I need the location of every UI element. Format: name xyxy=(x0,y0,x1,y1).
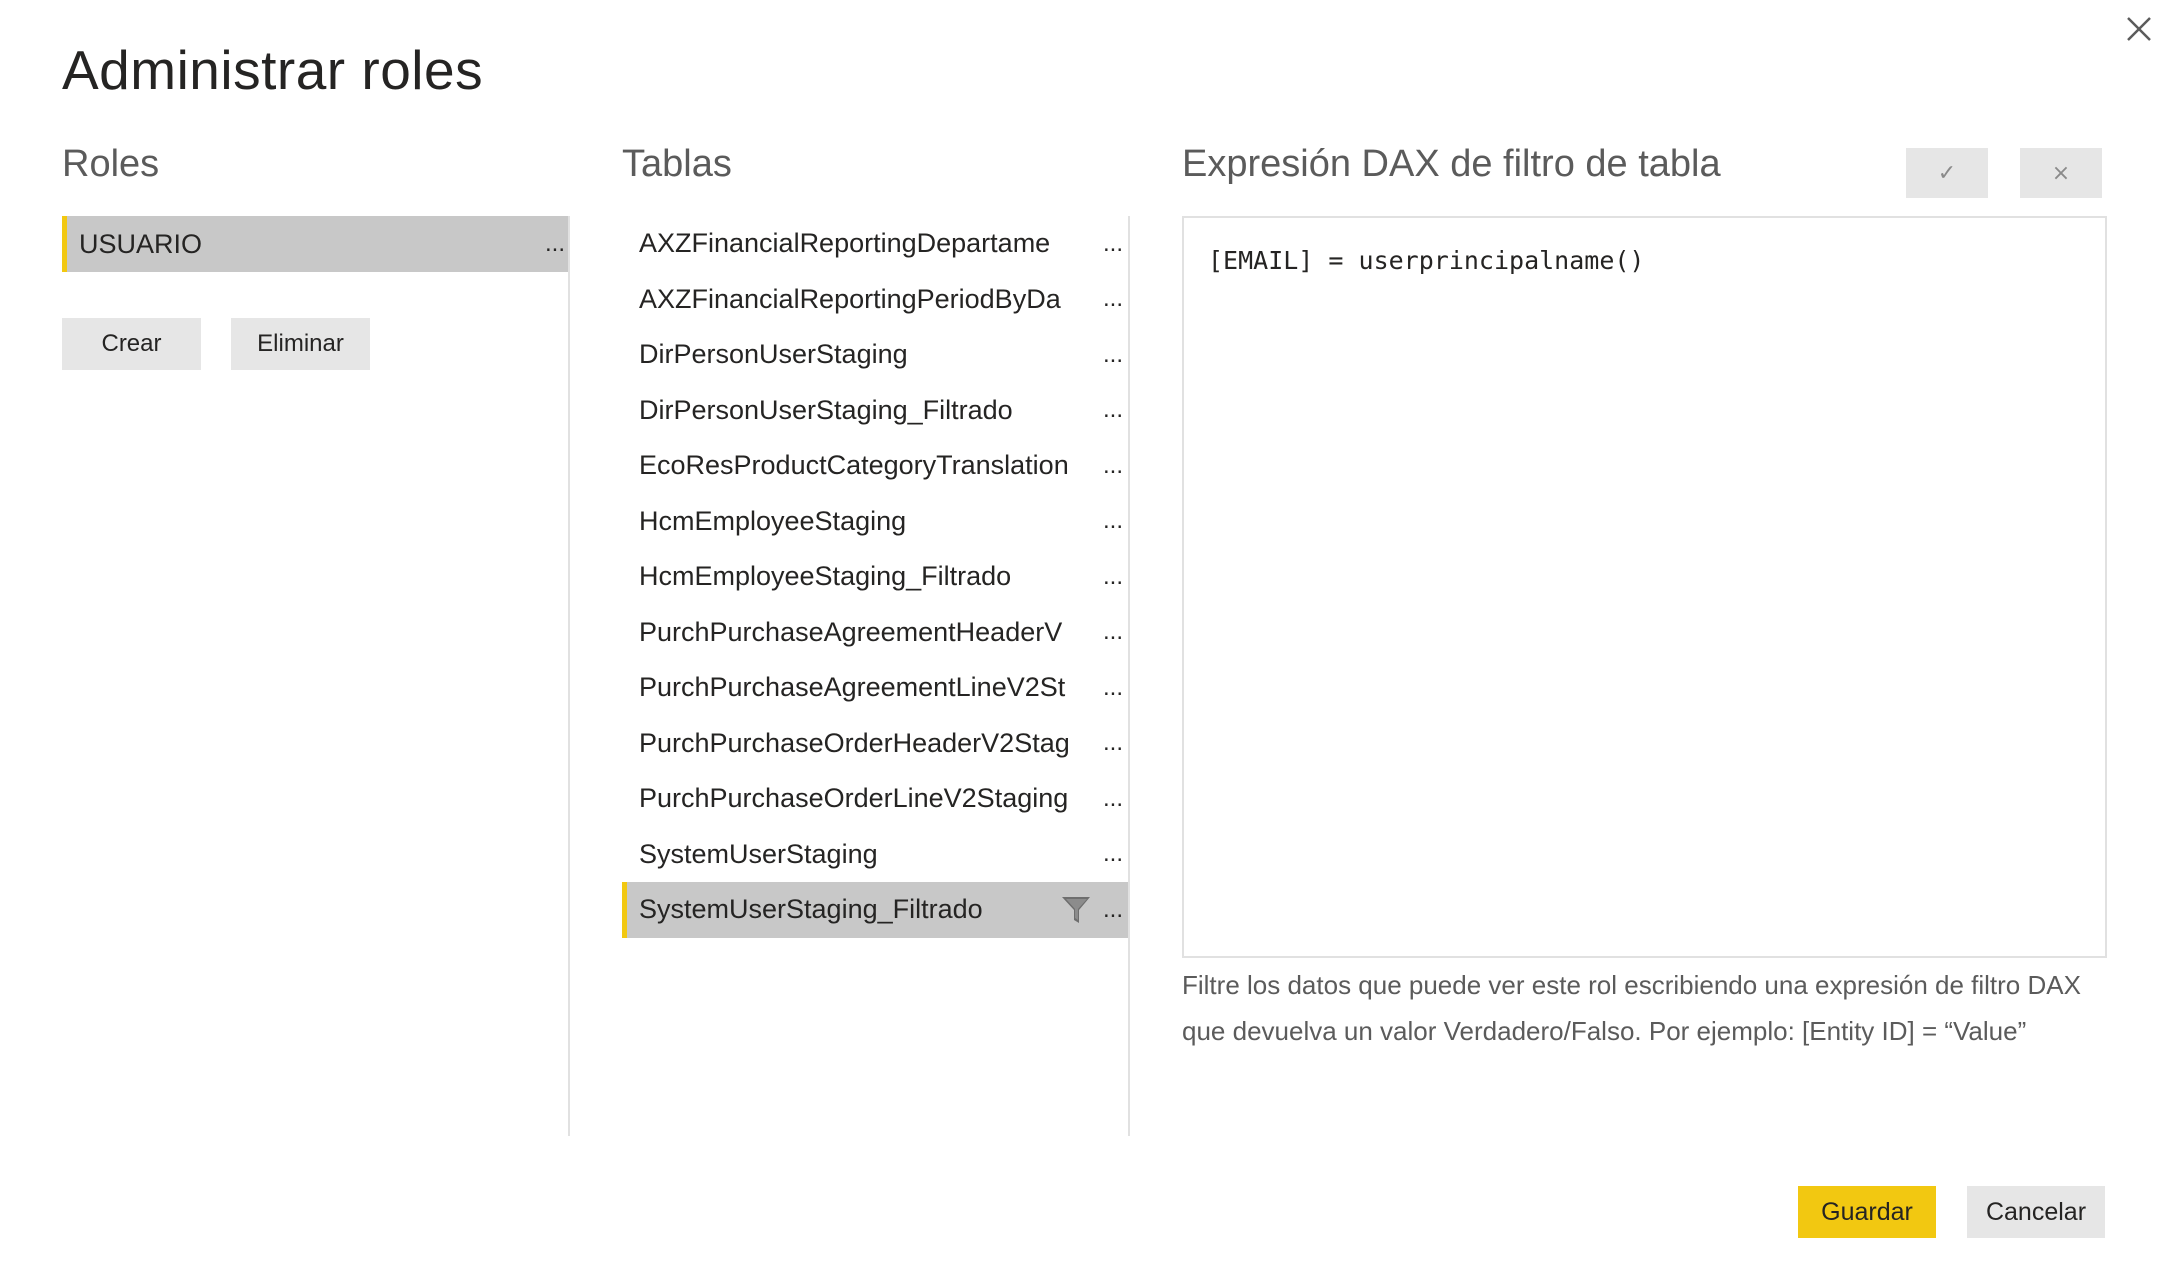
check-icon: ✓ xyxy=(1937,160,1957,186)
table-row[interactable]: SystemUserStaging... xyxy=(622,827,1128,883)
table-menu[interactable]: ... xyxy=(1098,230,1128,258)
table-row[interactable]: HcmEmployeeStaging_Filtrado... xyxy=(622,549,1128,605)
table-menu[interactable]: ... xyxy=(1098,563,1128,591)
table-row-selected[interactable]: SystemUserStaging_Filtrado ... xyxy=(622,882,1128,938)
close-button[interactable] xyxy=(2118,8,2158,48)
table-menu[interactable]: ... xyxy=(1098,785,1128,813)
table-row[interactable]: DirPersonUserStaging_Filtrado... xyxy=(622,383,1128,439)
close-icon xyxy=(2127,17,2151,41)
dax-expression-editor[interactable]: [EMAIL] = userprincipalname() xyxy=(1182,216,2107,958)
table-name: HcmEmployeeStaging xyxy=(639,505,907,536)
confirm-dax-button[interactable]: ✓ xyxy=(1906,148,1988,198)
table-row[interactable]: PurchPurchaseAgreementLineV2St... xyxy=(622,660,1128,716)
tables-heading: Tablas xyxy=(622,143,732,185)
table-row[interactable]: AXZFinancialReportingDepartame... xyxy=(622,216,1128,272)
table-menu[interactable]: ... xyxy=(1098,396,1128,424)
table-menu[interactable]: ... xyxy=(1098,840,1128,868)
dialog-title: Administrar roles xyxy=(62,39,484,101)
role-item-menu[interactable]: ... xyxy=(540,230,570,258)
tables-divider xyxy=(1128,216,1130,1136)
table-menu[interactable]: ... xyxy=(1098,507,1128,535)
create-role-button[interactable]: Crear xyxy=(62,318,201,370)
table-menu[interactable]: ... xyxy=(1098,729,1128,757)
table-row[interactable]: PurchPurchaseOrderHeaderV2Stag... xyxy=(622,716,1128,772)
table-menu[interactable]: ... xyxy=(1098,285,1128,313)
table-name: SystemUserStaging xyxy=(639,838,878,869)
table-name: PurchPurchaseOrderLineV2Staging xyxy=(639,783,1069,814)
table-name: SystemUserStaging_Filtrado xyxy=(639,894,983,925)
table-name: PurchPurchaseAgreementLineV2St xyxy=(639,672,1066,703)
roles-heading: Roles xyxy=(62,143,160,185)
table-menu[interactable]: ... xyxy=(1098,341,1128,369)
table-name: PurchPurchaseOrderHeaderV2Stag xyxy=(639,727,1070,758)
roles-divider xyxy=(568,216,570,1136)
save-button[interactable]: Guardar xyxy=(1798,1186,1936,1238)
table-name: DirPersonUserStaging_Filtrado xyxy=(639,394,1013,425)
table-name: HcmEmployeeStaging_Filtrado xyxy=(639,561,1012,592)
table-name: AXZFinancialReportingPeriodByDa xyxy=(639,283,1061,314)
table-row[interactable]: DirPersonUserStaging... xyxy=(622,327,1128,383)
tables-list: AXZFinancialReportingDepartame... AXZFin… xyxy=(622,216,1128,938)
table-menu[interactable]: ... xyxy=(1098,674,1128,702)
table-name: PurchPurchaseAgreementHeaderV xyxy=(639,616,1063,647)
delete-role-button[interactable]: Eliminar xyxy=(231,318,370,370)
discard-dax-button[interactable]: × xyxy=(2020,148,2102,198)
filter-icon xyxy=(1062,896,1090,923)
table-row[interactable]: EcoResProductCategoryTranslation... xyxy=(622,438,1128,494)
x-icon: × xyxy=(2051,160,2071,186)
role-item-usuario[interactable]: USUARIO ... xyxy=(62,216,570,272)
table-menu[interactable]: ... xyxy=(1098,618,1128,646)
table-menu[interactable]: ... xyxy=(1098,452,1128,480)
table-name: EcoResProductCategoryTranslation xyxy=(639,450,1069,481)
table-menu[interactable]: ... xyxy=(1098,896,1128,924)
dax-help-text: Filtre los datos que puede ver este rol … xyxy=(1182,970,2081,1046)
table-row[interactable]: PurchPurchaseAgreementHeaderV... xyxy=(622,605,1128,661)
cancel-button[interactable]: Cancelar xyxy=(1967,1186,2105,1238)
table-name: DirPersonUserStaging xyxy=(639,339,908,370)
table-row[interactable]: PurchPurchaseOrderLineV2Staging... xyxy=(622,771,1128,827)
table-row[interactable]: AXZFinancialReportingPeriodByDa... xyxy=(622,272,1128,328)
table-row[interactable]: HcmEmployeeStaging... xyxy=(622,494,1128,550)
role-item-label: USUARIO xyxy=(79,228,203,259)
table-name: AXZFinancialReportingDepartame xyxy=(639,228,1051,259)
dax-heading: Expresión DAX de filtro de tabla xyxy=(1182,143,1721,185)
